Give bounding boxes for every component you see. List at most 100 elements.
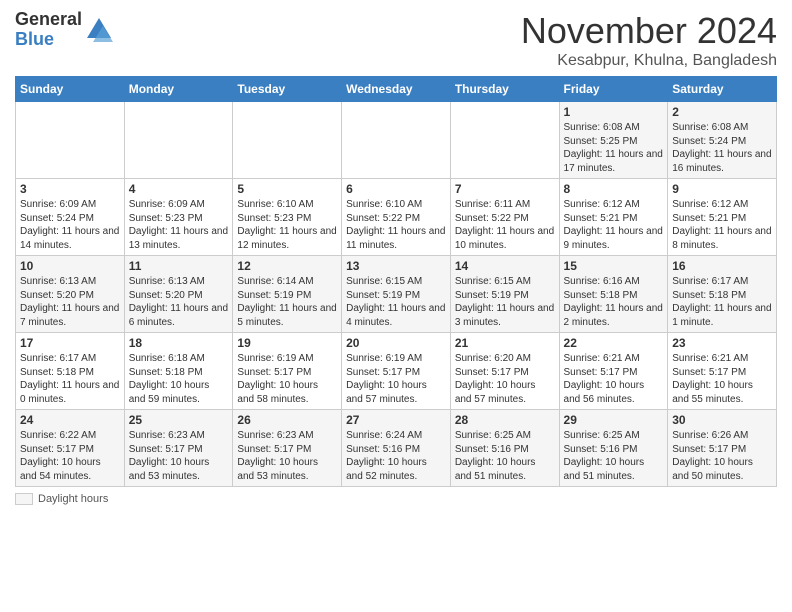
day-info: Sunrise: 6:23 AM Sunset: 5:17 PM Dayligh… xyxy=(129,430,210,482)
day-number: 9 xyxy=(672,182,772,196)
day-number: 26 xyxy=(237,413,337,427)
day-number: 21 xyxy=(455,336,555,350)
table-row: 1 Sunrise: 6:08 AM Sunset: 5:25 PM Daylig… xyxy=(559,102,668,179)
logo-text: General Blue xyxy=(15,10,82,50)
table-row: 24Sunrise: 6:22 AM Sunset: 5:17 PM Dayli… xyxy=(16,410,125,487)
day-info: Sunrise: 6:19 AM Sunset: 5:17 PM Dayligh… xyxy=(346,353,427,405)
day-info: Sunrise: 6:13 AM Sunset: 5:20 PM Dayligh… xyxy=(129,276,228,328)
day-info: Sunrise: 6:24 AM Sunset: 5:16 PM Dayligh… xyxy=(346,430,427,482)
day-number: 8 xyxy=(564,182,664,196)
table-row: 27 Sunrise: 6:24 AM Sunset: 5:16 PM Dayli… xyxy=(342,410,451,487)
table-row xyxy=(233,102,342,179)
day-number: 29 xyxy=(564,413,664,427)
page-container: General Blue November 2024 Kesabpur, Khu… xyxy=(0,0,792,515)
day-info: Sunrise: 6:13 AM Sunset: 5:20 PM Dayligh… xyxy=(20,276,119,328)
table-row: 14 Sunrise: 6:15 AM Sunset: 5:19 PM Dayli… xyxy=(450,256,559,333)
table-row: 26 Sunrise: 6:23 AM Sunset: 5:17 PM Dayli… xyxy=(233,410,342,487)
table-row: 6Sunrise: 6:10 AM Sunset: 5:22 PM Daylig… xyxy=(342,179,451,256)
day-info: Sunrise: 6:11 AM Sunset: 5:22 PM Dayligh… xyxy=(455,199,554,251)
table-row: 12Sunrise: 6:14 AM Sunset: 5:19 PM Dayli… xyxy=(233,256,342,333)
day-number: 2 xyxy=(672,105,772,119)
table-row: 15 Sunrise: 6:16 AM Sunset: 5:18 PM Dayli… xyxy=(559,256,668,333)
day-number: 23 xyxy=(672,336,772,350)
logo-icon xyxy=(85,16,113,44)
day-number: 25 xyxy=(129,413,229,427)
table-row: 17Sunrise: 6:17 AM Sunset: 5:18 PM Dayli… xyxy=(16,333,125,410)
header-saturday: Saturday xyxy=(668,77,777,102)
logo-blue: Blue xyxy=(15,30,82,50)
day-number: 14 xyxy=(455,259,555,273)
day-info: Sunrise: 6:12 AM Sunset: 5:21 PM Dayligh… xyxy=(564,199,663,251)
table-row: 5 Sunrise: 6:10 AM Sunset: 5:23 PM Daylig… xyxy=(233,179,342,256)
day-info: Sunrise: 6:09 AM Sunset: 5:23 PM Dayligh… xyxy=(129,199,228,251)
day-number: 5 xyxy=(237,182,337,196)
day-number: 15 xyxy=(564,259,664,273)
header-wednesday: Wednesday xyxy=(342,77,451,102)
table-row: 9 Sunrise: 6:12 AM Sunset: 5:21 PM Daylig… xyxy=(668,179,777,256)
day-info: Sunrise: 6:21 AM Sunset: 5:17 PM Dayligh… xyxy=(564,353,645,405)
day-number: 7 xyxy=(455,182,555,196)
table-row: 11 Sunrise: 6:13 AM Sunset: 5:20 PM Dayli… xyxy=(124,256,233,333)
table-row: 29Sunrise: 6:25 AM Sunset: 5:16 PM Dayli… xyxy=(559,410,668,487)
table-row: 16 Sunrise: 6:17 AM Sunset: 5:18 PM Dayli… xyxy=(668,256,777,333)
table-row: 21 Sunrise: 6:20 AM Sunset: 5:17 PM Dayli… xyxy=(450,333,559,410)
day-info: Sunrise: 6:23 AM Sunset: 5:17 PM Dayligh… xyxy=(237,430,318,482)
day-number: 13 xyxy=(346,259,446,273)
day-number: 1 xyxy=(564,105,664,119)
table-row xyxy=(124,102,233,179)
day-number: 27 xyxy=(346,413,446,427)
table-row: 30Sunrise: 6:26 AM Sunset: 5:17 PM Dayli… xyxy=(668,410,777,487)
day-info: Sunrise: 6:20 AM Sunset: 5:17 PM Dayligh… xyxy=(455,353,536,405)
day-number: 22 xyxy=(564,336,664,350)
table-row: 18 Sunrise: 6:18 AM Sunset: 5:18 PM Dayli… xyxy=(124,333,233,410)
day-info: Sunrise: 6:15 AM Sunset: 5:19 PM Dayligh… xyxy=(455,276,554,328)
header-monday: Monday xyxy=(124,77,233,102)
day-info: Sunrise: 6:25 AM Sunset: 5:16 PM Dayligh… xyxy=(455,430,536,482)
day-info: Sunrise: 6:10 AM Sunset: 5:22 PM Dayligh… xyxy=(346,199,445,251)
day-info: Sunrise: 6:22 AM Sunset: 5:17 PM Dayligh… xyxy=(20,430,101,482)
table-row: 20 Sunrise: 6:19 AM Sunset: 5:17 PM Dayli… xyxy=(342,333,451,410)
table-row: 8 Sunrise: 6:12 AM Sunset: 5:21 PM Daylig… xyxy=(559,179,668,256)
header-sunday: Sunday xyxy=(16,77,125,102)
table-row: 25 Sunrise: 6:23 AM Sunset: 5:17 PM Dayli… xyxy=(124,410,233,487)
header: General Blue November 2024 Kesabpur, Khu… xyxy=(15,10,777,70)
table-row: 7 Sunrise: 6:11 AM Sunset: 5:22 PM Daylig… xyxy=(450,179,559,256)
month-title: November 2024 xyxy=(521,10,777,52)
day-number: 10 xyxy=(20,259,120,273)
day-info: Sunrise: 6:15 AM Sunset: 5:19 PM Dayligh… xyxy=(346,276,445,328)
day-info: Sunrise: 6:08 AM Sunset: 5:25 PM Dayligh… xyxy=(564,122,663,174)
title-block: November 2024 Kesabpur, Khulna, Banglade… xyxy=(521,10,777,70)
header-thursday: Thursday xyxy=(450,77,559,102)
day-info: Sunrise: 6:09 AM Sunset: 5:24 PM Dayligh… xyxy=(20,199,119,251)
day-number: 16 xyxy=(672,259,772,273)
day-number: 30 xyxy=(672,413,772,427)
day-number: 3 xyxy=(20,182,120,196)
day-number: 19 xyxy=(237,336,337,350)
logo-general: General xyxy=(15,10,82,30)
table-row: 19 Sunrise: 6:19 AM Sunset: 5:17 PM Dayli… xyxy=(233,333,342,410)
day-info: Sunrise: 6:17 AM Sunset: 5:18 PM Dayligh… xyxy=(20,353,119,405)
table-row: 4 Sunrise: 6:09 AM Sunset: 5:23 PM Daylig… xyxy=(124,179,233,256)
table-row xyxy=(342,102,451,179)
day-number: 18 xyxy=(129,336,229,350)
day-number: 11 xyxy=(129,259,229,273)
day-info: Sunrise: 6:21 AM Sunset: 5:17 PM Dayligh… xyxy=(672,353,753,405)
table-row: 10 Sunrise: 6:13 AM Sunset: 5:20 PM Dayli… xyxy=(16,256,125,333)
header-friday: Friday xyxy=(559,77,668,102)
day-info: Sunrise: 6:16 AM Sunset: 5:18 PM Dayligh… xyxy=(564,276,663,328)
day-info: Sunrise: 6:18 AM Sunset: 5:18 PM Dayligh… xyxy=(129,353,210,405)
day-info: Sunrise: 6:10 AM Sunset: 5:23 PM Dayligh… xyxy=(237,199,336,251)
day-info: Sunrise: 6:12 AM Sunset: 5:21 PM Dayligh… xyxy=(672,199,771,251)
day-info: Sunrise: 6:19 AM Sunset: 5:17 PM Dayligh… xyxy=(237,353,318,405)
day-number: 20 xyxy=(346,336,446,350)
table-row: 3 Sunrise: 6:09 AM Sunset: 5:24 PM Daylig… xyxy=(16,179,125,256)
table-row xyxy=(16,102,125,179)
day-info: Sunrise: 6:17 AM Sunset: 5:18 PM Dayligh… xyxy=(672,276,771,328)
table-row: 22 Sunrise: 6:21 AM Sunset: 5:17 PM Dayli… xyxy=(559,333,668,410)
day-number: 4 xyxy=(129,182,229,196)
legend-box xyxy=(15,493,33,505)
subtitle: Kesabpur, Khulna, Bangladesh xyxy=(521,52,777,70)
header-tuesday: Tuesday xyxy=(233,77,342,102)
day-number: 12 xyxy=(237,259,337,273)
table-row: 23 Sunrise: 6:21 AM Sunset: 5:17 PM Dayli… xyxy=(668,333,777,410)
